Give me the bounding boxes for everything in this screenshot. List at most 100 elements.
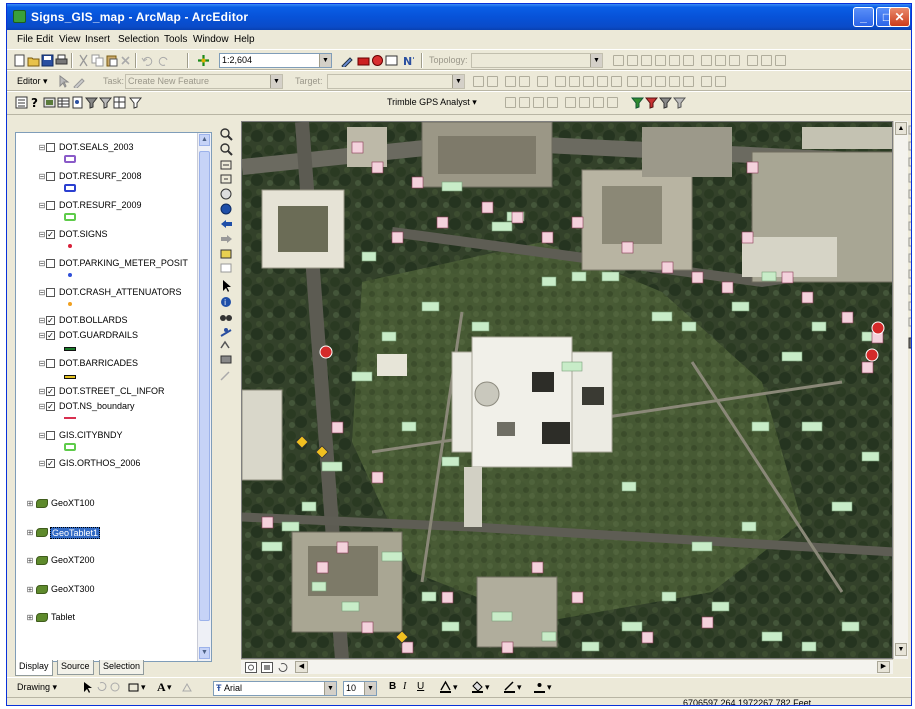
sign-symbol[interactable] (511, 211, 524, 224)
toc-layer-row[interactable]: ⊟ ✓ GIS.ORTHOS_2006 (16, 457, 196, 471)
scroll-right-arrow[interactable]: ▶ (877, 661, 890, 673)
toc-group-row[interactable]: ⊞ GeoTablet1 (16, 526, 196, 540)
collapse-icon[interactable]: ⊟ (38, 459, 46, 468)
dock-tool-icon[interactable] (908, 221, 912, 231)
sign-symbol[interactable] (531, 561, 544, 574)
marker-color-menu[interactable]: ▾ (547, 682, 552, 693)
tab-source[interactable]: Source (57, 660, 94, 675)
rectangle-tool-icon[interactable] (127, 681, 140, 694)
dock-tool-icon[interactable] (908, 173, 912, 183)
sign-label-box[interactable] (351, 371, 373, 382)
sign-label-box[interactable] (301, 501, 317, 512)
menu-edit[interactable]: Edit (36, 34, 53, 45)
gps-filter-grey-icon[interactable] (659, 96, 672, 109)
pan-icon[interactable] (220, 188, 232, 200)
sign-symbol[interactable] (481, 201, 494, 214)
dock-tool-icon[interactable] (908, 205, 912, 215)
chevron-down-icon[interactable]: ▼ (364, 682, 376, 695)
layer-visibility-checkbox[interactable] (46, 359, 55, 368)
edit-tool-icon[interactable] (715, 76, 726, 87)
table-icon[interactable] (57, 96, 70, 109)
sign-symbol[interactable] (571, 591, 584, 604)
sign-label-box[interactable] (741, 521, 757, 532)
minimize-button[interactable]: _ (853, 7, 874, 27)
collapse-icon[interactable]: ⊟ (38, 431, 46, 440)
topology-tool-icon[interactable] (761, 55, 772, 66)
marker-color-icon[interactable] (533, 680, 546, 693)
toc-layer-row[interactable]: ⊟ DOT.RESURF_2009 (16, 199, 196, 213)
zoom-out-icon[interactable] (220, 143, 233, 156)
sign-symbol[interactable] (661, 261, 674, 274)
edit-tool-icon[interactable] (537, 76, 548, 87)
data-view-icon[interactable] (245, 662, 257, 673)
topology-tool-icon[interactable] (627, 55, 638, 66)
sign-symbol[interactable] (316, 561, 329, 574)
dock-tool-icon[interactable] (908, 141, 912, 151)
sign-label-box[interactable] (321, 461, 343, 472)
gps-tool-icon[interactable] (547, 97, 558, 108)
edit-tool-icon[interactable] (519, 76, 530, 87)
toc-layer-row[interactable]: ⊟ DOT.SEALS_2003 (16, 141, 196, 155)
edit-tool-icon[interactable] (597, 76, 608, 87)
sign-symbol[interactable] (361, 621, 374, 634)
collapse-icon[interactable]: ⊟ (38, 172, 46, 181)
sign-label-box[interactable] (441, 621, 460, 632)
sign-label-box[interactable] (601, 271, 620, 282)
fixed-zoom-out-icon[interactable] (220, 174, 232, 184)
toc-layer-row[interactable]: ⊟ DOT.BARRICADES (16, 357, 196, 371)
sign-symbol[interactable] (441, 591, 454, 604)
sign-label-box[interactable] (761, 631, 783, 642)
open-folder-icon[interactable] (27, 54, 40, 67)
sign-label-box[interactable] (831, 501, 853, 512)
dock-tool-icon[interactable] (908, 157, 912, 167)
toc-layer-row[interactable]: ⊟ ✓ DOT.BOLLARDS (16, 314, 196, 328)
sign-label-box[interactable] (401, 421, 417, 432)
sign-symbol[interactable] (701, 616, 714, 629)
toc-layer-row[interactable]: ⊟ DOT.CRASH_ATTENUATORS (16, 286, 196, 300)
chevron-down-icon[interactable]: ▼ (319, 54, 331, 67)
edit-tool-icon[interactable] (669, 76, 680, 87)
sign-label-box[interactable] (761, 271, 777, 282)
topology-tool-icon[interactable] (729, 55, 740, 66)
aerial-map-canvas[interactable] (242, 122, 893, 659)
sign-label-box[interactable] (281, 521, 300, 532)
sign-symbol[interactable] (351, 141, 364, 154)
gps-tool-icon[interactable] (607, 97, 618, 108)
layer-visibility-checkbox[interactable]: ✓ (46, 402, 55, 411)
tab-selection[interactable]: Selection (99, 660, 145, 675)
sign-label-box[interactable] (561, 361, 583, 372)
toc-group-row[interactable]: ⊞ GeoXT300 (16, 583, 196, 597)
gps-tool-icon[interactable] (533, 97, 544, 108)
edit-tool-icon[interactable] (655, 76, 666, 87)
sign-label-box[interactable] (571, 271, 587, 282)
select-elements-icon[interactable] (223, 280, 231, 292)
layer-visibility-checkbox[interactable]: ✓ (46, 230, 55, 239)
edit-tool-icon[interactable] (487, 76, 498, 87)
dock-tool-icon[interactable] (908, 301, 912, 311)
gps-tool-icon[interactable] (593, 97, 604, 108)
task-combo[interactable]: Create New Feature ▼ (125, 74, 283, 89)
sign-symbol[interactable] (861, 361, 874, 374)
next-extent-icon[interactable] (221, 235, 232, 243)
dock-tool-icon[interactable] (908, 285, 912, 295)
sketch-tool-icon[interactable] (73, 75, 86, 88)
edit-tool-icon[interactable] (641, 76, 652, 87)
font-color-icon[interactable] (439, 680, 452, 693)
sign-symbol[interactable] (571, 216, 584, 229)
sign-label-box[interactable] (441, 456, 460, 467)
report-icon[interactable] (71, 96, 84, 109)
chevron-down-icon[interactable]: ▼ (324, 682, 336, 695)
sign-symbol[interactable] (801, 291, 814, 304)
editor-menu-button[interactable]: Editor ▾ (17, 76, 48, 87)
scroll-left-arrow[interactable]: ◀ (295, 661, 308, 673)
toc-group-row[interactable]: ⊞ Tablet (16, 611, 196, 625)
help-icon[interactable]: ? (29, 96, 42, 109)
layer-visibility-checkbox[interactable] (46, 288, 55, 297)
arcmap-app-icon[interactable] (13, 10, 26, 23)
line-color-icon[interactable] (503, 680, 516, 693)
collapse-icon[interactable]: ⊟ (38, 259, 46, 268)
sign-symbol[interactable] (841, 311, 854, 324)
collapse-icon[interactable]: ⊟ (38, 288, 46, 297)
title-bar[interactable]: Signs_GIS_map - ArcMap - ArcEditor _ □ ✕ (7, 4, 911, 30)
sign-label-box[interactable] (441, 181, 463, 192)
